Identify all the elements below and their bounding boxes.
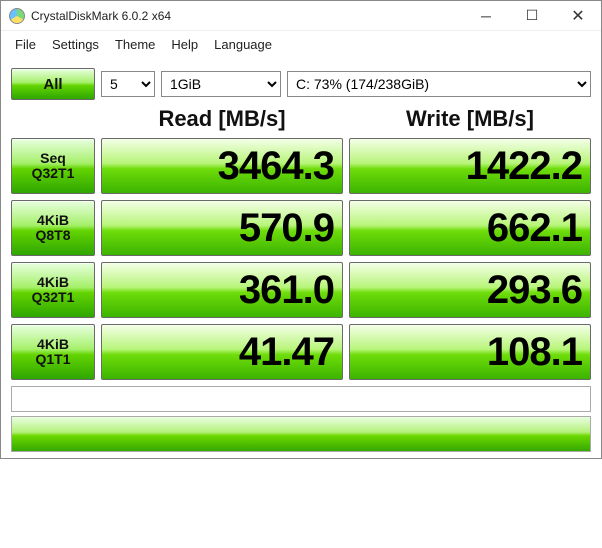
maximize-button[interactable]: ☐	[509, 1, 555, 31]
read-header: Read [MB/s]	[101, 106, 343, 132]
k4q8-label-2: Q8T8	[35, 228, 70, 243]
k4q8-read-cell: 570.9	[101, 200, 343, 256]
seq-label-1: Seq	[40, 151, 66, 166]
seq-write-cell: 1422.2	[349, 138, 591, 194]
k4q8-read-value: 570.9	[239, 206, 334, 251]
seq-write-value: 1422.2	[466, 144, 582, 189]
k4q1-write-cell: 108.1	[349, 324, 591, 380]
menu-settings[interactable]: Settings	[46, 35, 105, 54]
k4q1-write-value: 108.1	[487, 330, 582, 375]
footer-bar	[11, 416, 591, 452]
app-icon	[9, 8, 25, 24]
titlebar: CrystalDiskMark 6.0.2 x64 ─ ☐ ✕	[1, 1, 601, 31]
window-title: CrystalDiskMark 6.0.2 x64	[31, 9, 171, 23]
menu-file[interactable]: File	[9, 35, 42, 54]
k4q32-write-cell: 293.6	[349, 262, 591, 318]
k4q1-label-1: 4KiB	[37, 337, 69, 352]
k4q32-read-value: 361.0	[239, 268, 334, 313]
app-window: CrystalDiskMark 6.0.2 x64 ─ ☐ ✕ File Set…	[0, 0, 602, 459]
menubar: File Settings Theme Help Language	[1, 31, 601, 60]
menu-theme[interactable]: Theme	[109, 35, 161, 54]
status-bar	[11, 386, 591, 412]
k4q8-label-1: 4KiB	[37, 213, 69, 228]
k4q8-write-value: 662.1	[487, 206, 582, 251]
k4q1-read-value: 41.47	[239, 330, 334, 375]
seq-read-cell: 3464.3	[101, 138, 343, 194]
k4q32-read-cell: 361.0	[101, 262, 343, 318]
k4q32-write-value: 293.6	[487, 268, 582, 313]
seq-label-2: Q32T1	[32, 166, 75, 181]
k4q1-read-cell: 41.47	[101, 324, 343, 380]
k4q1-label-2: Q1T1	[35, 352, 70, 367]
run-all-button[interactable]: All	[11, 68, 95, 100]
k4q8-write-cell: 662.1	[349, 200, 591, 256]
write-header: Write [MB/s]	[349, 106, 591, 132]
run-all-label: All	[43, 76, 62, 93]
run-4k-q32t1-button[interactable]: 4KiB Q32T1	[11, 262, 95, 318]
run-4k-q1t1-button[interactable]: 4KiB Q1T1	[11, 324, 95, 380]
run-4k-q8t8-button[interactable]: 4KiB Q8T8	[11, 200, 95, 256]
seq-read-value: 3464.3	[218, 144, 334, 189]
size-select[interactable]: 1GiB	[161, 71, 281, 97]
k4q32-label-2: Q32T1	[32, 290, 75, 305]
k4q32-label-1: 4KiB	[37, 275, 69, 290]
menu-help[interactable]: Help	[165, 35, 204, 54]
menu-language[interactable]: Language	[208, 35, 278, 54]
minimize-button[interactable]: ─	[463, 1, 509, 31]
drive-select[interactable]: C: 73% (174/238GiB)	[287, 71, 591, 97]
close-button[interactable]: ✕	[555, 1, 601, 31]
run-seq-button[interactable]: Seq Q32T1	[11, 138, 95, 194]
loops-select[interactable]: 5	[101, 71, 155, 97]
content-area: All 5 1GiB C: 73% (174/238GiB) Read [MB/…	[1, 60, 601, 458]
